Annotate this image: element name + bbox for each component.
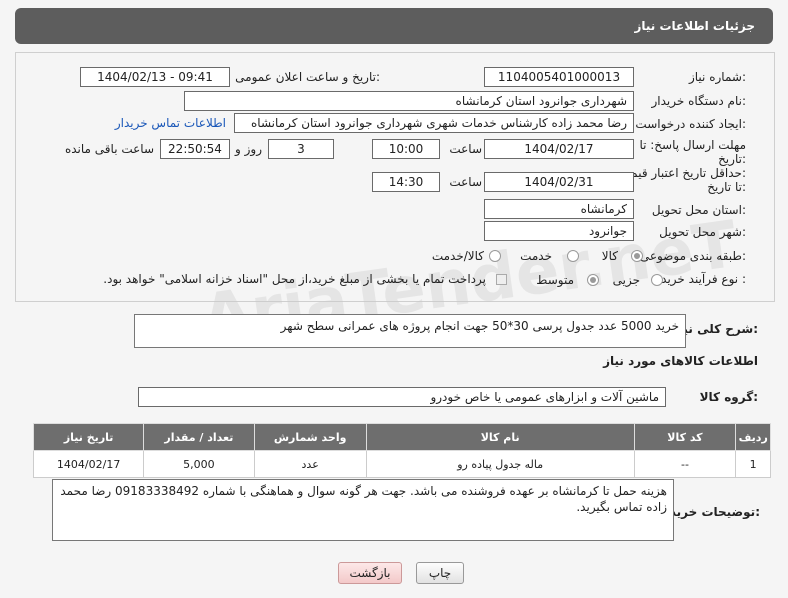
deadline-label-line1: مهلت ارسال پاسخ: تا	[639, 138, 746, 152]
city-field: جوانرود	[484, 221, 634, 241]
min-price-time-field: 14:30	[372, 172, 440, 192]
category-option-service: خدمت	[520, 249, 552, 263]
cell-date: 1404/02/17	[32, 450, 145, 478]
col-unit: واحد شمارش	[253, 423, 367, 451]
min-price-label-line2: تا تاریخ:	[707, 180, 746, 194]
creator-field: رضا محمد زاده کارشناس خدمات شهری شهرداری…	[234, 113, 634, 133]
print-button[interactable]: چاپ	[416, 562, 464, 584]
buyer-org-label: نام دستگاه خریدار:	[651, 94, 747, 108]
col-index: ردیف	[735, 423, 771, 451]
category-label: طبقه بندی موضوعی:	[639, 249, 746, 263]
buyer-org-field: شهرداری جوانرود استان کرمانشاه	[184, 91, 634, 111]
province-label: استان محل تحویل:	[651, 203, 746, 217]
deadline-time-label: ساعت	[449, 142, 482, 156]
deadline-time-field: 10:00	[372, 139, 440, 159]
purchase-type-label: نوع فرآیند خرید :	[661, 272, 746, 286]
category-radio-goods-service[interactable]	[489, 250, 501, 262]
need-number-label: شماره نیاز:	[688, 70, 746, 84]
goods-section-title: اطلاعات کالاهای مورد نیاز	[603, 354, 758, 368]
need-number-field: 1104005401000013	[484, 67, 634, 87]
category-radio-goods[interactable]	[631, 250, 643, 262]
cell-index: 1	[735, 450, 771, 478]
treasury-checkbox[interactable]	[496, 274, 507, 285]
min-price-time-label: ساعت	[449, 175, 482, 189]
page-title: جزئیات اطلاعات نیاز	[634, 19, 755, 33]
col-name: نام کالا	[365, 423, 635, 451]
category-option-goods: کالا	[601, 249, 618, 263]
remaining-time-field: 22:50:54	[160, 139, 230, 159]
header-bar: جزئیات اطلاعات نیاز	[15, 8, 773, 44]
col-code: کد کالا	[633, 423, 737, 451]
col-date: تاریخ نیاز	[32, 423, 145, 451]
buyer-contact-link[interactable]: اطلاعات تماس خریدار	[115, 116, 226, 130]
deadline-date-field: 1404/02/17	[484, 139, 634, 159]
treasury-note: پرداخت تمام یا بخشی از مبلغ خرید،از محل …	[103, 272, 486, 286]
col-qty: تعداد / مقدار	[143, 423, 255, 451]
purchase-option-minor: جزیی	[612, 273, 640, 287]
announce-field: 1404/02/13 - 09:41	[80, 67, 230, 87]
purchase-option-medium: متوسط	[536, 273, 574, 287]
goods-group-field: ماشین آلات و ابزارهای عمومی یا خاص خودرو	[138, 387, 666, 407]
goods-group-label: گروه کالا:	[699, 390, 758, 404]
category-option-goods-service: کالا/خدمت	[431, 249, 484, 263]
remaining-label: ساعت باقی مانده	[64, 142, 154, 156]
cell-unit: عدد	[253, 450, 367, 478]
cell-code: --	[633, 450, 737, 478]
province-field: کرمانشاه	[484, 199, 634, 219]
description-field: خرید 5000 عدد جدول پرسی 30*50 جهت انجام …	[134, 314, 686, 348]
goods-table: ردیف کد کالا نام کالا واحد شمارش تعداد /…	[32, 423, 771, 478]
back-button[interactable]: بازگشت	[338, 562, 402, 584]
days-label: روز و	[235, 142, 262, 156]
deadline-label-line2: تاریخ:	[718, 152, 746, 166]
min-price-label-line1: حداقل تاریخ اعتبار قیمت:	[619, 166, 746, 180]
cell-name: ماله جدول پیاده رو	[365, 450, 635, 478]
announce-label: تاریخ و ساعت اعلان عمومی:	[235, 70, 380, 84]
days-field: 3	[268, 139, 334, 159]
min-price-date-field: 1404/02/31	[484, 172, 634, 192]
table-row: 1 -- ماله جدول پیاده رو عدد 5,000 1404/0…	[32, 450, 771, 478]
city-label: شهر محل تحویل:	[659, 225, 746, 239]
purchase-radio-minor[interactable]	[651, 274, 663, 286]
purchase-radio-medium[interactable]	[587, 274, 599, 286]
category-radio-service[interactable]	[567, 250, 579, 262]
goods-table-header: ردیف کد کالا نام کالا واحد شمارش تعداد /…	[32, 423, 771, 451]
buyer-notes-field: هزینه حمل تا کرمانشاه بر عهده فروشنده می…	[52, 479, 674, 541]
cell-qty: 5,000	[143, 450, 255, 478]
creator-label: ایجاد کننده درخواست:	[635, 117, 746, 131]
